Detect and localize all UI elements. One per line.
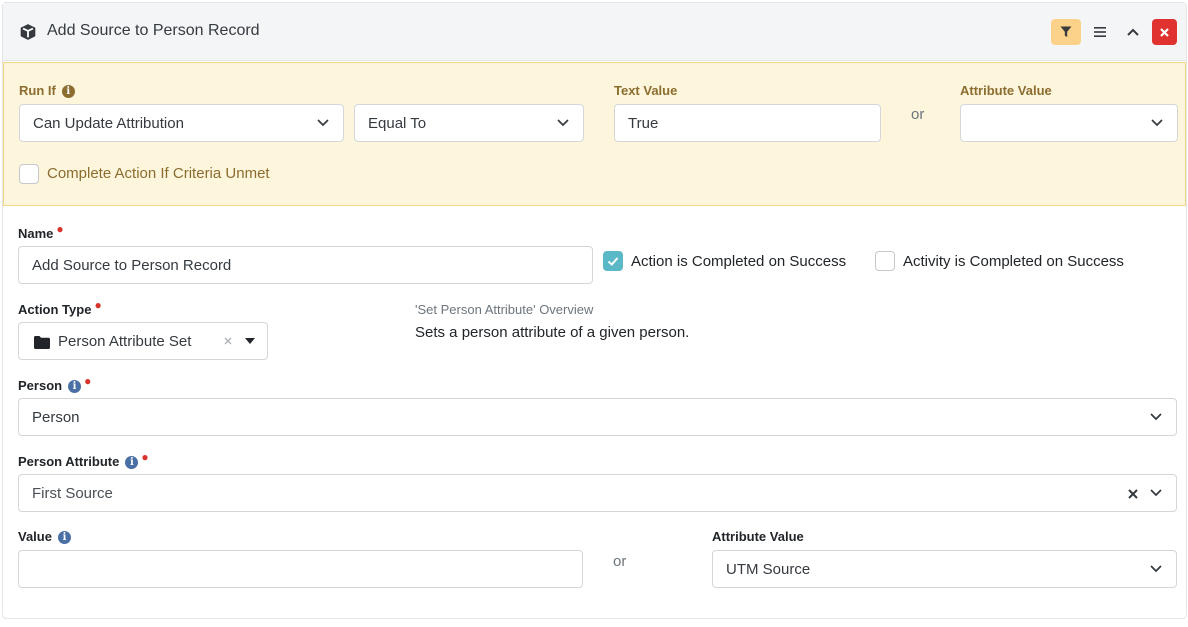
person-attribute-label: Person Attribute xyxy=(18,454,120,469)
chevron-up-icon xyxy=(1127,28,1139,36)
attribute-value-select[interactable] xyxy=(960,104,1178,142)
info-icon[interactable]: i xyxy=(125,456,139,469)
chevron-down-icon xyxy=(1150,565,1162,573)
checkmark-icon xyxy=(607,257,619,266)
name-input-value: Add Source to Person Record xyxy=(32,257,232,274)
complete-if-unmet-label[interactable]: Complete Action If Criteria Unmet xyxy=(47,165,270,182)
comparison-select-value: Equal To xyxy=(368,115,427,132)
menu-button[interactable] xyxy=(1085,19,1115,45)
text-value-label: Text Value xyxy=(614,83,678,98)
text-value-input[interactable]: True xyxy=(614,104,881,142)
action-type-label: Action Type xyxy=(18,302,92,317)
or-separator: or xyxy=(613,553,627,570)
or-separator: or xyxy=(911,106,925,123)
action-completed-label[interactable]: Action is Completed on Success xyxy=(631,253,846,270)
value-attribute-select-value: UTM Source xyxy=(726,561,811,578)
text-value-input-value: True xyxy=(628,115,659,132)
info-icon[interactable]: i xyxy=(61,85,75,98)
person-select[interactable]: Person xyxy=(18,398,1177,436)
person-attribute-select-value: First Source xyxy=(32,485,113,502)
overview-text: Sets a person attribute of a given perso… xyxy=(415,324,690,341)
person-attribute-label-wrap: Person Attribute i ● xyxy=(18,450,149,469)
run-if-select[interactable]: Can Update Attribution xyxy=(19,104,344,142)
chevron-down-icon xyxy=(1150,413,1162,421)
panel-title: Add Source to Person Record xyxy=(47,22,260,39)
chevron-down-icon xyxy=(1151,119,1163,127)
overview-title: 'Set Person Attribute' Overview xyxy=(415,302,594,317)
person-label-wrap: Person i ● xyxy=(18,374,91,393)
collapse-button[interactable] xyxy=(1118,19,1148,45)
action-type-label-wrap: Action Type ● xyxy=(18,298,102,317)
value-attribute-select[interactable]: UTM Source xyxy=(712,550,1177,588)
clear-x-icon[interactable] xyxy=(1128,489,1138,499)
name-label: Name xyxy=(18,226,54,241)
cube-icon xyxy=(20,24,36,40)
run-if-label: Run If xyxy=(19,83,56,98)
caret-down-icon[interactable] xyxy=(245,338,255,344)
delete-button[interactable] xyxy=(1152,19,1177,45)
info-icon[interactable]: i xyxy=(57,531,71,544)
required-indicator: ● xyxy=(56,222,64,236)
action-type-value: Person Attribute Set xyxy=(58,333,192,350)
chevron-down-icon xyxy=(557,119,569,127)
filter-button[interactable] xyxy=(1051,19,1081,45)
comparison-select[interactable]: Equal To xyxy=(354,104,584,142)
value-attribute-label: Attribute Value xyxy=(712,529,804,544)
hamburger-icon xyxy=(1094,27,1106,37)
person-select-value: Person xyxy=(32,409,80,426)
panel-header[interactable]: Add Source to Person Record xyxy=(3,3,1186,61)
name-input[interactable]: Add Source to Person Record xyxy=(18,246,593,284)
workflow-action-panel: Add Source to Person Record Run If i Can… xyxy=(2,2,1187,619)
activity-completed-checkbox[interactable] xyxy=(875,251,895,271)
required-indicator: ● xyxy=(141,450,149,464)
run-if-criteria: Run If i Can Update Attribution Equal To … xyxy=(3,62,1186,206)
person-attribute-select[interactable]: First Source xyxy=(18,474,1177,512)
clear-x-icon[interactable] xyxy=(224,337,232,345)
value-label-wrap: Value i xyxy=(18,529,71,544)
chevron-down-icon xyxy=(1150,489,1162,497)
action-completed-checkbox[interactable] xyxy=(603,251,623,271)
required-indicator: ● xyxy=(94,298,102,312)
action-type-picker[interactable]: Person Attribute Set xyxy=(18,322,268,360)
chevron-down-icon xyxy=(317,119,329,127)
run-if-label-wrap: Run If i xyxy=(19,83,75,98)
attribute-value-label: Attribute Value xyxy=(960,83,1052,98)
run-if-select-value: Can Update Attribution xyxy=(33,115,184,132)
required-indicator: ● xyxy=(84,374,92,388)
person-label: Person xyxy=(18,378,63,393)
name-label-wrap: Name ● xyxy=(18,222,64,241)
value-input[interactable] xyxy=(18,550,583,588)
close-icon xyxy=(1160,27,1169,37)
info-icon[interactable]: i xyxy=(68,380,82,393)
activity-completed-label[interactable]: Activity is Completed on Success xyxy=(903,253,1124,270)
filter-icon xyxy=(1060,26,1072,37)
folder-icon xyxy=(34,336,50,349)
value-label: Value xyxy=(18,529,52,544)
complete-if-unmet-checkbox[interactable] xyxy=(19,164,39,184)
